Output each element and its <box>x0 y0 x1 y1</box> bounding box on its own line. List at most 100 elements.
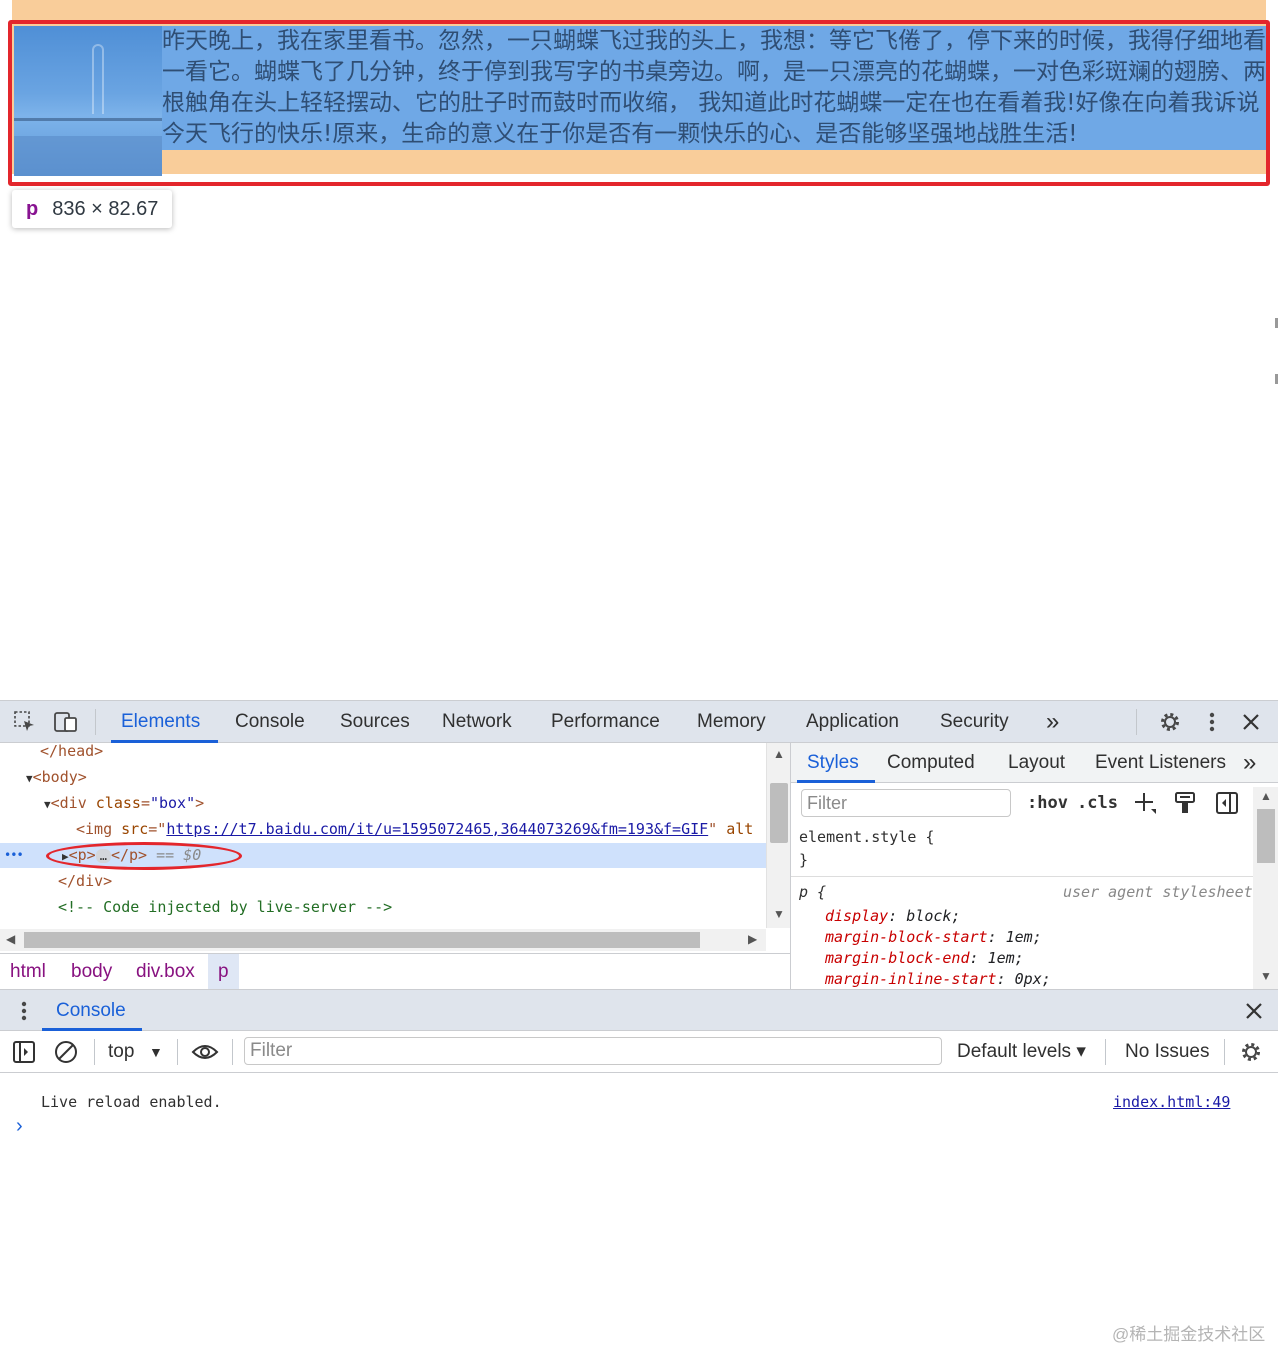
styles-tabbar: Styles Computed Layout Event Listeners » <box>791 743 1278 783</box>
dom-tree: </head> ▼<body> ▼<div class="box"> <img … <box>0 743 790 943</box>
log-levels-dropdown[interactable]: Default levels ▾ <box>957 1031 1086 1073</box>
cls-button[interactable]: .cls <box>1077 789 1118 817</box>
paint-brush-icon[interactable] <box>1171 789 1199 817</box>
issues-button[interactable]: No Issues <box>1125 1031 1209 1073</box>
breadcrumb-html[interactable]: html <box>10 954 46 990</box>
scroll-thumb[interactable] <box>770 783 788 843</box>
tree-line-div-box[interactable]: ▼<div class="box"> <box>44 790 204 816</box>
more-tabs-icon[interactable]: » <box>1243 743 1256 783</box>
scroll-thumb[interactable] <box>24 932 700 948</box>
tab-layout[interactable]: Layout <box>1008 743 1065 783</box>
rule-divider <box>791 876 1253 877</box>
gear-icon[interactable] <box>1157 709 1183 735</box>
devtools-panel: Elements Console Sources Network Perform… <box>0 700 1278 1348</box>
rule-selector: p { <box>799 883 827 901</box>
tab-sources[interactable]: Sources <box>340 701 410 743</box>
declaration-row[interactable]: margin-inline-start: 0px; <box>825 970 1051 988</box>
tab-styles[interactable]: Styles <box>797 743 875 783</box>
tab-elements[interactable]: Elements <box>110 701 219 743</box>
tab-console[interactable]: Console <box>235 701 305 743</box>
tree-line-head-close[interactable]: </head> <box>40 743 103 764</box>
scroll-right-icon[interactable]: ▶ <box>748 932 757 946</box>
tree-line-comment[interactable]: <!-- Code injected by live-server --> <box>58 894 392 920</box>
scroll-thumb[interactable] <box>1257 809 1275 863</box>
css-property: margin-block-end <box>825 949 970 967</box>
rule-source: user agent stylesheet <box>1063 883 1253 901</box>
kebab-menu-icon[interactable] <box>1199 709 1225 735</box>
css-value: block; <box>906 907 961 925</box>
console-prompt[interactable]: › <box>16 1115 23 1138</box>
breadcrumb-div-box[interactable]: div.box <box>136 954 195 990</box>
tree-line-body[interactable]: ▼<body> <box>26 764 87 790</box>
drawer-menu-icon[interactable] <box>11 998 37 1024</box>
toggle-sidebar-icon[interactable] <box>1213 789 1241 817</box>
expand-triangle-icon[interactable]: ▼ <box>44 798 51 811</box>
tag-text: <div <box>50 794 87 812</box>
tab-network[interactable]: Network <box>442 701 512 743</box>
row-actions-dots[interactable]: ••• <box>4 842 24 868</box>
styles-scrollbar[interactable]: ▲ ▼ <box>1253 787 1278 989</box>
attr-name: class <box>95 794 141 812</box>
red-annotation-oval <box>46 842 242 870</box>
scroll-up-icon[interactable]: ▲ <box>773 747 785 761</box>
scroll-left-icon[interactable]: ◀ <box>6 932 15 946</box>
eye-icon[interactable] <box>190 1039 220 1065</box>
toolbar-separator <box>1105 1039 1106 1065</box>
gear-icon[interactable] <box>1238 1039 1264 1065</box>
tree-line-img[interactable]: <img src="https://t7.baidu.com/it/u=1595… <box>76 816 753 842</box>
tab-computed[interactable]: Computed <box>887 743 975 783</box>
drawer-tabbar: Console <box>0 990 1278 1031</box>
tab-performance[interactable]: Performance <box>551 701 660 743</box>
img-src-link[interactable]: https://t7.baidu.com/it/u=1595072465,364… <box>166 820 708 838</box>
close-icon[interactable] <box>1238 709 1264 735</box>
declaration-row[interactable]: margin-block-end: 1em; <box>825 949 1024 967</box>
tab-event-listeners[interactable]: Event Listeners <box>1095 743 1226 783</box>
styles-filter-input[interactable]: Filter <box>801 789 1011 817</box>
breadcrumb-p[interactable]: p <box>208 954 239 990</box>
chevron-down-icon[interactable]: ▼ <box>149 1031 163 1073</box>
add-rule-icon[interactable] <box>1131 789 1159 817</box>
context-selector[interactable]: top <box>108 1031 134 1073</box>
css-property: display <box>825 907 889 925</box>
inspect-icon[interactable] <box>12 709 38 735</box>
scroll-up-icon[interactable]: ▲ <box>1260 789 1272 803</box>
attr-value: "box" <box>149 794 196 812</box>
styles-pane: Styles Computed Layout Event Listeners »… <box>790 743 1278 989</box>
scroll-down-icon[interactable]: ▼ <box>773 907 785 921</box>
attr-name: src <box>121 820 149 838</box>
tree-horizontal-scrollbar[interactable]: ◀ ▶ <box>0 929 766 951</box>
tab-security[interactable]: Security <box>940 701 1009 743</box>
tag-text: </head> <box>40 743 104 760</box>
devtools-tabbar: Elements Console Sources Network Perform… <box>0 701 1278 743</box>
watermark: @稀土掘金技术社区 <box>1112 1325 1266 1344</box>
tab-console-drawer[interactable]: Console <box>42 990 142 1031</box>
toolbar-separator <box>1136 709 1137 735</box>
declaration-row[interactable]: margin-block-start: 1em; <box>825 928 1042 946</box>
element-style-open[interactable]: element.style { <box>799 828 934 846</box>
toolbar-separator <box>177 1039 178 1065</box>
console-toolbar: top ▼ Filter Default levels ▾ No Issues <box>0 1031 1278 1073</box>
attr-name: alt <box>726 820 754 838</box>
scroll-down-icon[interactable]: ▼ <box>1260 969 1272 983</box>
tree-vertical-scrollbar[interactable]: ▲ ▼ <box>766 743 790 928</box>
browser-window: 昨天晚上，我在家里看书。忽然，一只蝴蝶飞过我的头上，我想：等它飞倦了，停下来的时… <box>0 0 1278 1348</box>
device-toggle-icon[interactable] <box>53 709 79 735</box>
clear-console-icon[interactable] <box>53 1039 79 1065</box>
hov-button[interactable]: :hov <box>1027 789 1068 817</box>
console-message-source-link[interactable]: index.html:49 <box>1113 1093 1230 1111</box>
tooltip-dimensions: 836 × 82.67 <box>52 197 159 220</box>
breadcrumb-body[interactable]: body <box>71 954 112 990</box>
box-top-edge <box>12 0 1266 22</box>
declaration-row[interactable]: display: block; <box>825 907 960 925</box>
tab-memory[interactable]: Memory <box>697 701 766 743</box>
console-filter-input[interactable]: Filter <box>244 1037 942 1065</box>
tag-text: <img <box>76 820 113 838</box>
element-style-close: } <box>799 851 809 869</box>
expand-triangle-icon[interactable]: ▼ <box>26 772 33 785</box>
close-drawer-icon[interactable] <box>1241 998 1267 1024</box>
more-tabs-icon[interactable]: » <box>1046 701 1059 743</box>
tree-line-div-close[interactable]: </div> <box>58 868 112 894</box>
sidebar-toggle-icon[interactable] <box>11 1039 37 1065</box>
tab-application[interactable]: Application <box>806 701 899 743</box>
css-property: margin-block-start <box>825 928 988 946</box>
